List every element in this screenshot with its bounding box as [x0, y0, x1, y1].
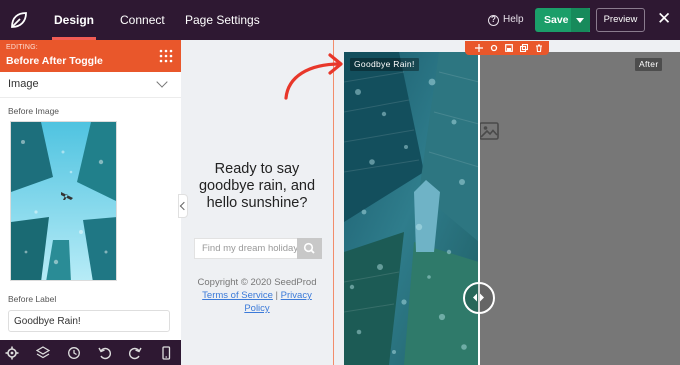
- comparison-slider-handle[interactable]: [463, 282, 495, 314]
- block-title: Before After Toggle: [6, 55, 103, 67]
- before-after-widget[interactable]: Goodbye Rain! After: [344, 52, 680, 365]
- bottom-toolbar: [0, 340, 181, 365]
- preview-button[interactable]: Preview: [596, 8, 645, 32]
- tab-design[interactable]: Design: [51, 0, 97, 40]
- settings-icon[interactable]: [490, 44, 498, 52]
- tab-page-settings[interactable]: Page Settings: [185, 0, 260, 40]
- grid-dots-icon[interactable]: [159, 49, 173, 63]
- move-icon[interactable]: [475, 44, 483, 52]
- block-action-toolbar: [465, 41, 549, 55]
- settings-panel: EDITING: Before After Toggle Image Befor…: [0, 40, 181, 365]
- top-bar: Design Connect Page Settings ? Help Save…: [0, 0, 680, 40]
- annotation-arrow-icon: [284, 53, 343, 100]
- image-placeholder-icon: [479, 122, 499, 140]
- page-footer: Copyright © 2020 SeedProd Terms of Servi…: [192, 276, 322, 315]
- seedprod-logo-icon[interactable]: [8, 9, 30, 31]
- gear-icon[interactable]: [5, 346, 19, 360]
- duplicate-icon[interactable]: [520, 44, 528, 52]
- after-label-tag: After: [635, 58, 663, 71]
- before-label-label: Before Label: [8, 294, 57, 304]
- before-image-thumbnail[interactable]: [10, 121, 117, 281]
- help-label: Help: [503, 14, 524, 25]
- page-headline: Ready to say goodbye rain, and hello sun…: [198, 161, 316, 211]
- left-right-arrows-icon: [473, 293, 484, 302]
- close-icon[interactable]: ✕: [657, 10, 671, 28]
- chevron-down-icon: [156, 76, 168, 88]
- search-input[interactable]: [194, 238, 297, 259]
- history-icon[interactable]: [67, 346, 81, 360]
- before-image-label: Before Image: [8, 106, 60, 116]
- before-label-tag: Goodbye Rain!: [350, 58, 419, 71]
- after-image-pane: [479, 52, 680, 365]
- before-image-pane: [344, 52, 479, 365]
- redo-icon[interactable]: [128, 346, 142, 360]
- image-section-toggle[interactable]: Image: [0, 72, 181, 98]
- search-button[interactable]: [297, 238, 322, 259]
- before-image: [344, 52, 479, 365]
- section-title: Image: [8, 78, 39, 90]
- terms-of-service-link[interactable]: Terms of Service: [202, 290, 273, 301]
- mobile-preview-icon[interactable]: [159, 346, 173, 360]
- editing-header: EDITING: Before After Toggle: [0, 40, 181, 72]
- copyright-text: Copyright © 2020 SeedProd: [197, 277, 317, 288]
- before-label-input[interactable]: [8, 310, 170, 332]
- comparison-divider[interactable]: [478, 52, 480, 365]
- trash-icon[interactable]: [535, 44, 543, 52]
- undo-icon[interactable]: [98, 346, 112, 360]
- save-block-icon[interactable]: [505, 44, 513, 52]
- layers-icon[interactable]: [36, 346, 50, 360]
- search-icon: [303, 242, 315, 254]
- block-selection-outline: [333, 40, 334, 365]
- tab-connect[interactable]: Connect: [120, 0, 165, 40]
- footer-separator: |: [272, 290, 281, 301]
- editing-label: EDITING:: [6, 44, 38, 51]
- save-options-dropdown-icon[interactable]: [571, 8, 590, 32]
- help-link[interactable]: ? Help: [488, 0, 524, 40]
- skyscraper-rain-image: [11, 122, 116, 280]
- help-circle-icon: ?: [488, 14, 499, 26]
- collapse-panel-toggle[interactable]: [178, 194, 188, 218]
